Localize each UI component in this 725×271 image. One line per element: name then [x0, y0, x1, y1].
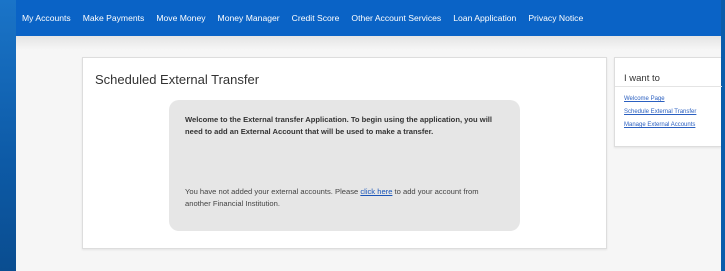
scheduled-transfer-card: Scheduled External Transfer Welcome to t…	[82, 57, 607, 249]
no-accounts-notice: You have not added your external account…	[185, 186, 505, 210]
manage-external-accounts-link[interactable]: Manage External Accounts	[624, 122, 695, 128]
nav-item-credit-score[interactable]: Credit Score	[292, 13, 340, 23]
top-navigation-bar: My Accounts Make Payments Move Money Mon…	[16, 0, 721, 36]
welcome-info-box: Welcome to the External transfer Applica…	[169, 100, 520, 231]
nav-item-move-money[interactable]: Move Money	[156, 13, 205, 23]
nav-item-my-accounts[interactable]: My Accounts	[22, 13, 71, 23]
right-background-strip	[721, 0, 725, 271]
i-want-to-panel: I want to Welcome Page Schedule External…	[614, 57, 722, 147]
side-panel-divider	[615, 86, 722, 87]
page-title: Scheduled External Transfer	[95, 72, 260, 87]
schedule-external-transfer-link[interactable]: Schedule External Transfer	[624, 109, 696, 115]
notice-text-before: You have not added your external account…	[185, 187, 361, 196]
side-panel-title: I want to	[624, 73, 660, 84]
nav-item-other-account-services[interactable]: Other Account Services	[351, 13, 441, 23]
welcome-page-link[interactable]: Welcome Page	[624, 96, 665, 102]
nav-item-loan-application[interactable]: Loan Application	[453, 13, 516, 23]
nav-shadow	[16, 36, 721, 50]
nav-item-privacy-notice[interactable]: Privacy Notice	[528, 13, 583, 23]
click-here-link[interactable]: click here	[360, 187, 392, 196]
left-background-strip	[0, 0, 16, 271]
welcome-message: Welcome to the External transfer Applica…	[185, 115, 493, 136]
nav-item-money-manager[interactable]: Money Manager	[218, 13, 280, 23]
nav-item-make-payments[interactable]: Make Payments	[83, 13, 145, 23]
